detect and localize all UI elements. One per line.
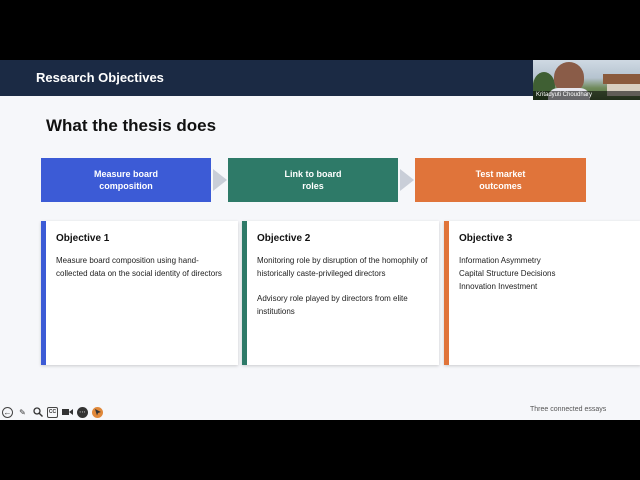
pointer-icon[interactable] — [92, 406, 103, 418]
magnifier-icon[interactable] — [32, 407, 43, 418]
participant-video-tile[interactable]: Kritadyuti Choudhary — [533, 60, 640, 100]
objective-text: Advisory role played by directors from e… — [257, 294, 408, 316]
objective-title: Objective 2 — [257, 233, 311, 244]
objective-line: Innovation Investment — [459, 282, 538, 291]
pen-icon[interactable]: ✎ — [17, 407, 28, 418]
slide-subtitle: What the thesis does — [46, 116, 217, 135]
process-step-link: Link to board roles — [228, 158, 398, 202]
presentation-toolbar: ← ✎ CC ⋯ — [2, 406, 103, 418]
presentation-slide: Research Objectives Kritadyuti Choudhary… — [0, 60, 640, 420]
objective-line: Information Asymmetry — [459, 256, 541, 265]
objective-card-3: Objective 3 Information Asymmetry Capita… — [444, 221, 640, 365]
objective-card-1: Objective 1 Measure board composition us… — [41, 221, 238, 365]
closed-caption-icon[interactable]: CC — [47, 406, 58, 418]
footer-note: Three connected essays — [530, 406, 607, 413]
process-step-test: Test market outcomes — [415, 158, 586, 202]
objective-title: Objective 3 — [459, 233, 513, 244]
back-arrow-icon[interactable]: ← — [2, 406, 13, 418]
slide-title: Research Objectives — [36, 70, 164, 85]
more-options-icon[interactable]: ⋯ — [77, 406, 88, 418]
objective-text: Measure board composition using hand-col… — [56, 256, 222, 278]
arrow-right-icon — [400, 169, 414, 191]
video-icon[interactable] — [62, 407, 73, 418]
objective-line: Capital Structure Decisions — [459, 269, 556, 278]
objective-card-2: Objective 2 Monitoring role by disruptio… — [242, 221, 439, 365]
participant-name: Kritadyuti Choudhary — [533, 91, 640, 100]
objective-text: Monitoring role by disruption of the hom… — [257, 256, 428, 278]
objective-title: Objective 1 — [56, 233, 110, 244]
arrow-right-icon — [213, 169, 227, 191]
process-step-measure: Measure board composition — [41, 158, 211, 202]
